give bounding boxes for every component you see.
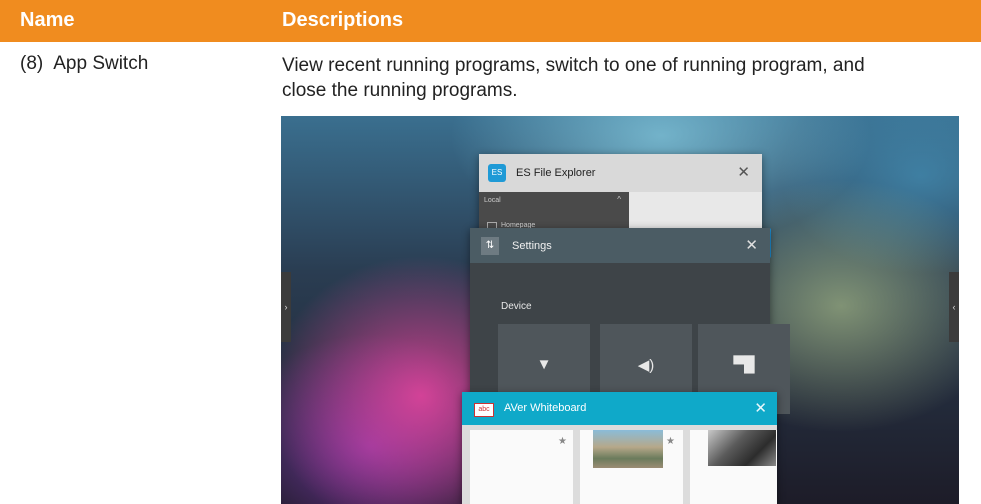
whiteboard-page[interactable]: ★	[580, 430, 683, 504]
wifi-icon: ▼	[536, 356, 552, 373]
settings-card-title: Settings	[512, 240, 552, 252]
aver-whiteboard-icon: abc	[474, 403, 494, 417]
page-thumbnail	[708, 430, 776, 466]
row-description: View recent running programs, switch to …	[282, 55, 865, 101]
whiteboard-page[interactable]	[690, 430, 777, 504]
right-edge-tab[interactable]: ‹	[949, 272, 959, 342]
aver-title-bar: abc AVer Whiteboard ✕	[462, 392, 777, 425]
header-name: Name	[20, 9, 75, 31]
star-icon[interactable]: ★	[666, 436, 675, 447]
chevron-right-icon: ›	[284, 302, 288, 312]
chevron-up-icon: ^	[617, 195, 621, 204]
row-name: App Switch	[53, 53, 149, 74]
aver-card-title: AVer Whiteboard	[504, 402, 587, 414]
chevron-left-icon: ‹	[952, 302, 956, 312]
header-descriptions: Descriptions	[282, 9, 404, 31]
sound-icon: ◀)	[637, 357, 655, 374]
close-icon[interactable]: ✕	[745, 238, 758, 253]
close-icon[interactable]: ✕	[737, 165, 750, 180]
page-thumbnail	[593, 430, 663, 468]
settings-title-bar: ⇅ Settings ✕	[470, 228, 770, 263]
app-switch-screenshot: › ‹ ES ES File Explorer ✕ Local ^ Homepa…	[281, 116, 959, 504]
table-header: Name Descriptions	[0, 0, 981, 42]
row-number: (8)	[20, 53, 44, 74]
es-sidebar-header: Local	[484, 197, 501, 204]
row-name-cell: (8) App Switch	[20, 53, 148, 75]
android-icon: ▀█	[733, 356, 755, 373]
es-card-title: ES File Explorer	[516, 167, 596, 179]
whiteboard-page[interactable]: ★	[470, 430, 573, 504]
star-icon[interactable]: ★	[558, 436, 567, 447]
close-icon[interactable]: ✕	[754, 401, 767, 416]
settings-app-icon: ⇅	[481, 237, 499, 255]
aver-whiteboard-card[interactable]: abc AVer Whiteboard ✕ ★ ★	[462, 392, 777, 504]
es-title-bar: ES ES File Explorer ✕	[479, 154, 762, 192]
es-file-explorer-icon: ES	[488, 164, 506, 182]
left-edge-tab[interactable]: ›	[281, 272, 291, 342]
settings-section-device: Device	[501, 301, 532, 312]
